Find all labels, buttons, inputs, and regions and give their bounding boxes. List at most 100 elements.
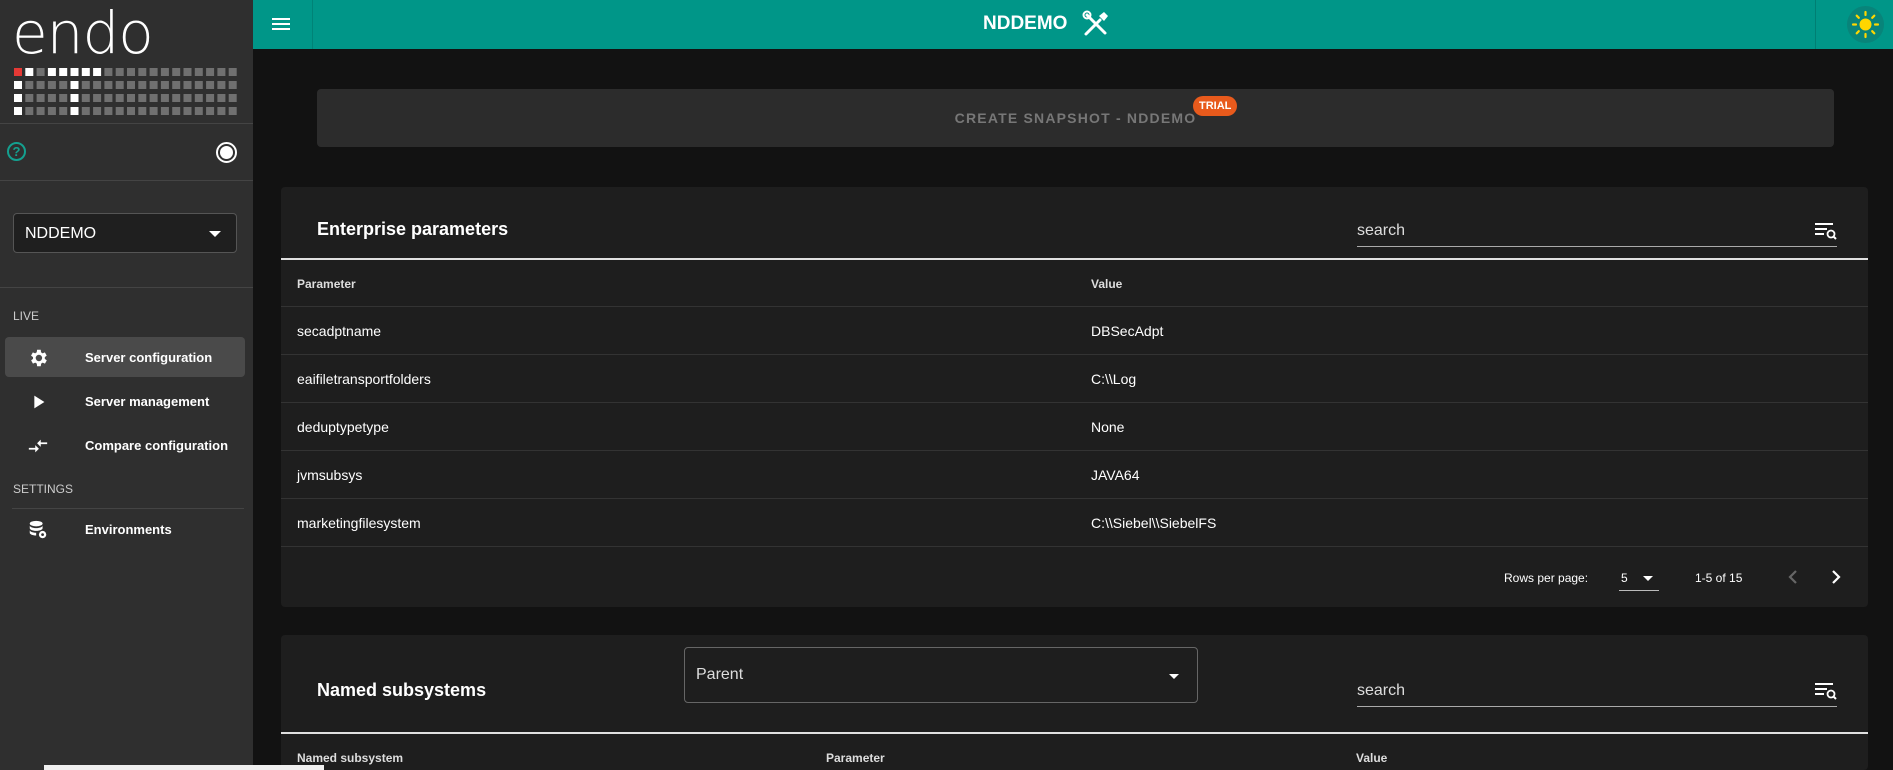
chevron-down-icon — [209, 231, 221, 237]
logo-cell — [104, 81, 113, 89]
filter-search-icon[interactable] — [1815, 221, 1837, 241]
column-header-value[interactable]: Value — [1356, 751, 1387, 765]
enterprise-parameters-card: Enterprise parameters Parameter Value se… — [281, 187, 1868, 607]
cell-parameter: secadptname — [297, 323, 382, 339]
logo-cell — [149, 107, 158, 115]
menu-icon-line — [272, 23, 290, 25]
table-row[interactable]: deduptypetype None — [281, 403, 1868, 451]
logo-cell — [217, 81, 226, 89]
sidebar-item-label: Environments — [85, 522, 172, 537]
table-row[interactable]: secadptname DBSecAdpt — [281, 307, 1868, 355]
table-row[interactable]: marketingfilesystem C:\\Siebel\\SiebelFS — [281, 499, 1868, 547]
chevron-down-icon — [1643, 576, 1653, 581]
logo-cell — [93, 68, 102, 76]
logo-cell — [127, 94, 135, 102]
logo-cell — [217, 94, 226, 102]
sidebar-item-server-management[interactable]: Server management — [5, 381, 245, 421]
parent-select[interactable]: Parent — [684, 647, 1198, 703]
top-app-bar: NDDEMO — [253, 0, 1893, 49]
parent-select-value: Parent — [696, 666, 744, 683]
logo-cell — [25, 94, 34, 102]
column-header-value[interactable]: Value — [1091, 277, 1122, 291]
sidebar-item-label: Server management — [85, 394, 210, 409]
logo-cell — [149, 81, 158, 89]
logo-cell — [115, 94, 124, 102]
status-toggle-icon[interactable] — [216, 142, 237, 163]
search-input[interactable] — [1357, 677, 1797, 705]
sidebar-item-label: Server configuration — [85, 350, 213, 365]
column-header-parameter[interactable]: Parameter — [826, 751, 885, 765]
card-title: Named subsystems — [317, 680, 487, 700]
sidebar: endo ? NDDEMO LIVE Server configuration … — [0, 0, 253, 770]
logo-cell — [47, 68, 56, 76]
environment-select[interactable]: NDDEMO — [13, 213, 237, 253]
trial-badge: TRIAL — [1193, 96, 1238, 116]
column-header-named-subsystem[interactable]: Named subsystem — [297, 751, 403, 765]
logo-cell — [160, 81, 169, 89]
logo-cell — [183, 107, 192, 115]
menu-icon — [272, 18, 290, 20]
logo-cell — [172, 81, 181, 89]
table-row[interactable]: jvmsubsys JAVA64 — [281, 451, 1868, 499]
card-title: Enterprise parameters — [317, 219, 509, 239]
search-field[interactable] — [1357, 677, 1837, 707]
gear-icon — [27, 347, 49, 369]
logo-cell — [36, 81, 45, 89]
logo-cell — [104, 107, 113, 115]
sidebar-item-compare-configuration[interactable]: Compare configuration — [5, 425, 245, 465]
logo-cell — [14, 68, 22, 76]
logo-cell — [115, 68, 124, 76]
table-row[interactable]: eaifiletransportfolders C:\\Log — [281, 355, 1868, 403]
logo-cell — [228, 107, 237, 115]
logo-cell — [36, 68, 45, 76]
logo-cell — [194, 107, 203, 115]
help-icon[interactable]: ? — [7, 142, 26, 161]
logo-cell — [81, 68, 90, 76]
filter-search-icon[interactable] — [1815, 681, 1837, 701]
rows-per-page-value: 5 — [1621, 571, 1628, 585]
section-label-live: LIVE — [13, 309, 40, 323]
theme-toggle-button[interactable] — [1847, 6, 1884, 43]
logo-cell — [115, 107, 124, 115]
create-snapshot-button[interactable]: CREATE SNAPSHOT - NDDEMO TRIAL — [317, 89, 1834, 147]
column-header-parameter[interactable]: Parameter — [297, 277, 356, 291]
logo-cell — [70, 94, 79, 102]
logo-cell — [14, 81, 22, 89]
sidebar-item-label: Compare configuration — [85, 438, 229, 453]
next-page-icon[interactable] — [1821, 562, 1851, 592]
logo-cell — [138, 81, 147, 89]
section-label-settings: SETTINGS — [13, 482, 74, 496]
logo-cell — [59, 107, 68, 115]
named-subsystems-card: Named subsystems Parent Named subsystem … — [281, 635, 1868, 770]
menu-button[interactable] — [253, 0, 313, 49]
chevron-down-icon — [1169, 674, 1179, 679]
logo-cell — [70, 107, 79, 115]
logo-cell — [194, 81, 203, 89]
divider — [0, 123, 253, 124]
logo-cell — [172, 94, 181, 102]
logo-cell — [194, 68, 203, 76]
logo-cell — [70, 81, 79, 89]
search-field[interactable] — [1357, 217, 1837, 247]
logo-cell — [138, 107, 147, 115]
sidebar-item-server-configuration[interactable]: Server configuration — [5, 337, 245, 377]
logo-cell — [149, 68, 158, 76]
page-title: NDDEMO — [983, 13, 1068, 34]
sidebar-item-environments[interactable]: Environments — [5, 509, 245, 549]
sun-icon — [1851, 10, 1880, 39]
logo-cell — [206, 81, 215, 89]
horizontal-scrollbar[interactable] — [44, 765, 324, 770]
cell-parameter: eaifiletransportfolders — [297, 371, 431, 387]
logo-cell — [127, 107, 135, 115]
logo-cell — [138, 68, 147, 76]
rows-per-page-select[interactable]: 5 — [1619, 565, 1659, 591]
table-divider — [281, 732, 1868, 734]
logo-cell — [25, 81, 34, 89]
search-input[interactable] — [1357, 217, 1797, 245]
logo-cell — [93, 94, 102, 102]
logo-cell — [59, 81, 68, 89]
cell-value: None — [1091, 419, 1125, 435]
previous-page-icon[interactable] — [1778, 562, 1808, 592]
logo-cell — [228, 68, 237, 76]
